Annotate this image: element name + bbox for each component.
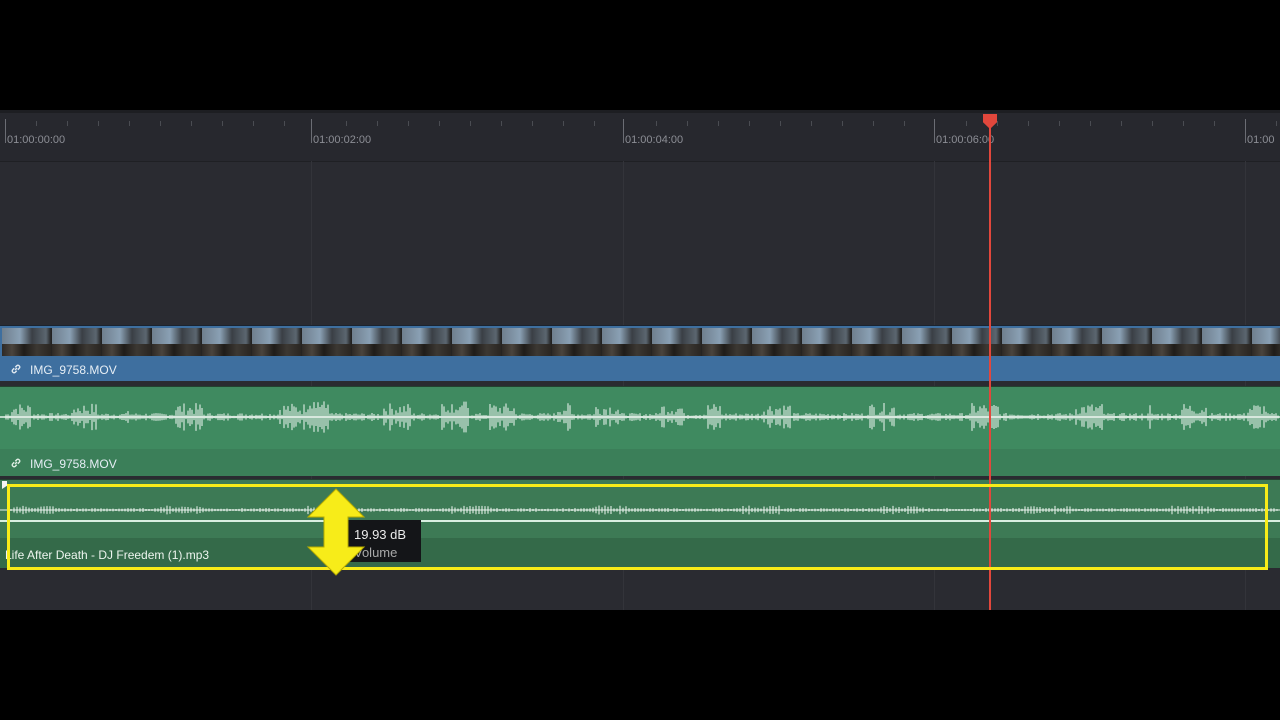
ruler-timecode-label: 01:00:00:00 xyxy=(7,134,66,146)
ruler-minor-tick xyxy=(873,121,874,126)
ruler-minor-tick xyxy=(1214,121,1215,126)
ruler-minor-tick xyxy=(563,121,564,126)
ruler-minor-tick xyxy=(904,121,905,126)
editor-window: 01:00:00:00 01:00:02:00 01:00:04:00 01:00:0… xyxy=(0,0,1280,720)
ruler-major-tick xyxy=(5,119,6,143)
linked-audio-clip[interactable]: IMG_9758.MOV xyxy=(0,386,1280,476)
link-icon xyxy=(11,364,21,374)
ruler-minor-tick xyxy=(1028,121,1029,126)
ruler-minor-tick xyxy=(1152,121,1153,126)
ruler-minor-tick xyxy=(997,121,998,126)
ruler-minor-tick xyxy=(160,121,161,126)
ruler-minor-tick xyxy=(191,121,192,126)
ruler-minor-tick xyxy=(780,121,781,126)
ruler-minor-tick xyxy=(470,121,471,126)
audio-clip-name: IMG_9758.MOV xyxy=(30,457,117,471)
ruler-minor-tick xyxy=(1090,121,1091,126)
ruler-minor-tick xyxy=(377,121,378,126)
ruler-minor-tick xyxy=(718,121,719,126)
ruler-major-tick xyxy=(311,119,312,143)
ruler-minor-tick xyxy=(439,121,440,126)
ruler-minor-tick xyxy=(1276,121,1277,126)
ruler-minor-tick xyxy=(253,121,254,126)
ruler-minor-tick xyxy=(532,121,533,126)
ruler-timecode-label: 01:00:02:00 xyxy=(313,134,372,146)
ruler-minor-tick xyxy=(346,121,347,126)
ruler-timecode-label: 01:00:06:00 xyxy=(936,134,995,146)
ruler-minor-tick xyxy=(408,121,409,126)
ruler-minor-tick xyxy=(811,121,812,126)
ruler-timecode-label: 01:00:04:00 xyxy=(625,134,684,146)
ruler-timecode-label: 01:00 xyxy=(1247,134,1275,146)
ruler-minor-tick xyxy=(284,121,285,126)
ruler-major-tick xyxy=(1245,119,1246,143)
ruler-major-tick xyxy=(934,119,935,143)
ruler-minor-tick xyxy=(966,121,967,126)
ruler-minor-tick xyxy=(1183,121,1184,126)
video-clip-name: IMG_9758.MOV xyxy=(30,363,117,377)
video-clip[interactable]: IMG_9758.MOV xyxy=(0,325,1280,381)
ruler-minor-tick xyxy=(129,121,130,126)
ruler-minor-tick xyxy=(98,121,99,126)
ruler-minor-tick xyxy=(594,121,595,126)
ruler-minor-tick xyxy=(687,121,688,126)
video-thumbnail-strip xyxy=(2,328,1280,356)
ruler-minor-tick xyxy=(1059,121,1060,126)
ruler-minor-tick xyxy=(501,121,502,126)
link-icon xyxy=(11,458,21,468)
ruler-minor-tick xyxy=(67,121,68,126)
timecode-ruler[interactable]: 01:00:00:00 01:00:02:00 01:00:04:00 01:00:0… xyxy=(0,113,1280,162)
ruler-major-tick xyxy=(623,119,624,143)
up-down-arrow-icon xyxy=(306,488,366,576)
ruler-minor-tick xyxy=(222,121,223,126)
ruler-minor-tick xyxy=(36,121,37,126)
ruler-minor-tick xyxy=(656,121,657,126)
ruler-minor-tick xyxy=(842,121,843,126)
highlight-annotation-box xyxy=(7,484,1268,570)
ruler-minor-tick xyxy=(1121,121,1122,126)
audio-waveform xyxy=(0,401,1280,433)
ruler-minor-tick xyxy=(749,121,750,126)
clip-label-band xyxy=(0,449,1280,476)
